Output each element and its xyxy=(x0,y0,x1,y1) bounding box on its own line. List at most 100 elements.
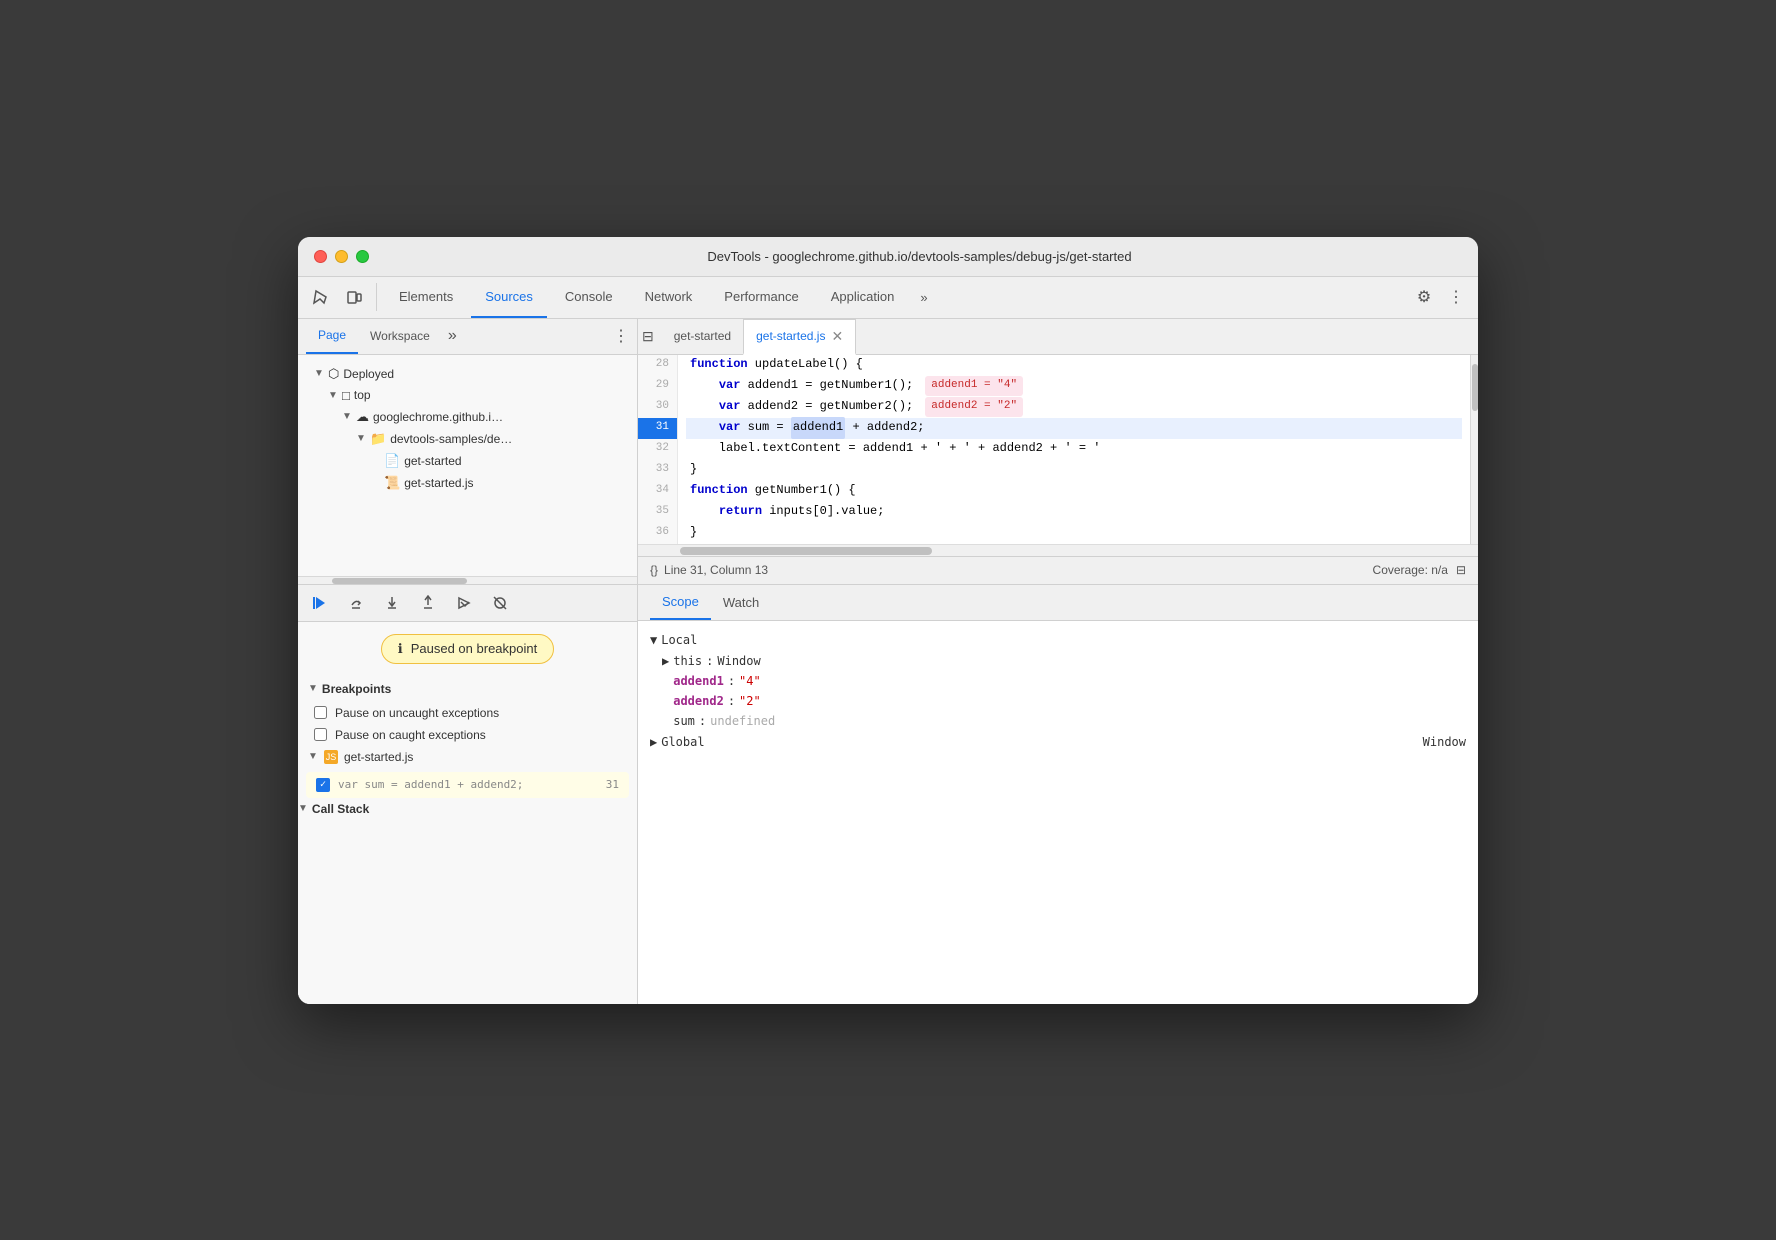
scope-local-section[interactable]: ▼ Local xyxy=(638,629,1478,651)
scrollbar-thumb xyxy=(1472,364,1478,411)
tab-page[interactable]: Page xyxy=(306,318,358,354)
code-content: function updateLabel() { var addend1 = g… xyxy=(678,355,1470,544)
step-into-button[interactable] xyxy=(380,591,404,615)
step-over-button[interactable] xyxy=(344,591,368,615)
top-icon: □ xyxy=(342,388,350,403)
list-item[interactable]: ▼ 📁 devtools-samples/de… xyxy=(298,428,637,450)
breakpoint-checkbox[interactable]: ✓ xyxy=(316,778,330,792)
line-num: 28 xyxy=(638,355,677,376)
settings-icon[interactable]: ⚙ xyxy=(1410,283,1438,311)
window-title: DevTools - googlechrome.github.io/devtoo… xyxy=(377,249,1462,264)
keyword: function xyxy=(690,481,748,500)
breakpoints-section-header[interactable]: ▼ Breakpoints xyxy=(298,676,637,702)
js-file-icon: 📜 xyxy=(384,475,400,491)
line-num: 35 xyxy=(638,502,677,523)
line-num-breakpoint[interactable]: 31 xyxy=(638,418,677,439)
code-line: var addend1 = getNumber1(); addend1 = "4… xyxy=(686,376,1462,397)
step-out-button[interactable] xyxy=(416,591,440,615)
pause-caught-checkbox[interactable] xyxy=(314,728,327,741)
code-area[interactable]: 28 29 30 31 32 33 34 35 36 func xyxy=(638,355,1478,544)
close-button[interactable] xyxy=(314,250,327,263)
editor-tab-get-started-js[interactable]: get-started.js ✕ xyxy=(743,319,856,355)
tree-label: Deployed xyxy=(343,367,394,381)
code-line: function getNumber1() { xyxy=(686,481,1462,502)
section-arrow-icon: ▼ xyxy=(298,803,308,814)
file-tree: ▼ ⬡ Deployed ▼ □ top ▼ ☁ googlechrome.gi… xyxy=(298,355,637,576)
js-file-icon: JS xyxy=(324,750,338,764)
editor-tab-close-icon[interactable]: ✕ xyxy=(831,329,843,343)
breakpoint-code: var sum = addend1 + addend2; xyxy=(338,778,523,791)
scope-addend1-item: ▶ addend1 : "4" xyxy=(638,671,1478,691)
tab-watch[interactable]: Watch xyxy=(711,585,771,621)
scope-this-item[interactable]: ▶ this : Window xyxy=(638,651,1478,671)
tab-elements[interactable]: Elements xyxy=(385,276,467,318)
scope-value: Window xyxy=(717,654,760,668)
breakpoint-item[interactable]: ✓ var sum = addend1 + addend2; 31 xyxy=(306,772,629,798)
call-stack-label: Call Stack xyxy=(312,802,369,816)
tree-arrow: ▼ xyxy=(356,433,366,444)
tree-arrow: ▼ xyxy=(328,390,338,401)
tab-application[interactable]: Application xyxy=(817,276,909,318)
line-num: 36 xyxy=(638,523,677,544)
maximize-button[interactable] xyxy=(356,250,369,263)
scope-key: addend1 xyxy=(673,674,724,688)
step-button[interactable] xyxy=(452,591,476,615)
list-item[interactable]: ▼ ☁ googlechrome.github.i… xyxy=(298,406,637,428)
top-toolbar: Elements Sources Console Network Perform… xyxy=(298,277,1478,319)
bp-arrow-icon: ▼ xyxy=(308,751,318,762)
code-line-current: var sum = addend1 + addend2; xyxy=(686,418,1462,439)
list-item[interactable]: 📜 get-started.js xyxy=(298,472,637,494)
line-num: 34 xyxy=(638,481,677,502)
pause-uncaught-item: Pause on uncaught exceptions xyxy=(298,702,637,724)
list-item[interactable]: ▼ □ top xyxy=(298,385,637,406)
tab-performance[interactable]: Performance xyxy=(710,276,812,318)
editor-tab-get-started[interactable]: get-started xyxy=(662,319,743,355)
resume-button[interactable] xyxy=(308,591,332,615)
code-horizontal-scrollbar[interactable] xyxy=(638,544,1478,556)
tree-arrow: ▼ xyxy=(342,411,352,422)
scope-section-name: Local xyxy=(661,633,697,647)
more-options-icon[interactable]: ⋮ xyxy=(1442,283,1470,311)
pause-uncaught-checkbox[interactable] xyxy=(314,706,327,719)
tab-console[interactable]: Console xyxy=(551,276,627,318)
breakpoint-filename: get-started.js xyxy=(344,750,413,764)
horizontal-scrollbar[interactable] xyxy=(298,576,637,584)
keyword: function xyxy=(690,355,748,374)
tab-workspace[interactable]: Workspace xyxy=(358,318,442,354)
editor-tab-label: get-started.js xyxy=(756,329,825,343)
select-element-icon[interactable] xyxy=(306,283,334,311)
line-num: 29 xyxy=(638,376,677,397)
vertical-scrollbar[interactable] xyxy=(1470,355,1478,544)
scrollbar-thumb xyxy=(332,578,468,584)
coverage-icon[interactable]: ⊟ xyxy=(1456,563,1466,577)
device-toolbar-icon[interactable] xyxy=(340,283,368,311)
list-item[interactable]: 📄 get-started xyxy=(298,450,637,472)
tree-arrow: ▼ xyxy=(314,368,324,379)
minimize-button[interactable] xyxy=(335,250,348,263)
scope-global-name: Global xyxy=(661,735,704,749)
devtools-body: Elements Sources Console Network Perform… xyxy=(298,277,1478,1004)
sources-more-tabs[interactable]: » xyxy=(442,327,463,345)
call-stack-section-header[interactable]: ▼ Call Stack xyxy=(298,802,637,816)
scope-sep: : xyxy=(706,654,713,668)
tab-sources[interactable]: Sources xyxy=(471,276,547,318)
scope-global-section[interactable]: ▶ Global Window xyxy=(638,731,1478,753)
pretty-print-icon[interactable]: {} xyxy=(650,563,658,577)
scope-item-arrow: ▶ xyxy=(662,654,669,668)
status-right: Coverage: n/a ⊟ xyxy=(1373,563,1466,577)
tab-scope[interactable]: Scope xyxy=(650,585,711,621)
editor-area: ⊟ get-started get-started.js ✕ 28 29 xyxy=(638,319,1478,584)
tab-network[interactable]: Network xyxy=(631,276,707,318)
toggle-drawer-icon[interactable]: ⊟ xyxy=(642,328,654,345)
deactivate-breakpoints-button[interactable] xyxy=(488,591,512,615)
scope-key: this xyxy=(673,654,702,668)
file-icon: 📄 xyxy=(384,453,400,469)
more-tabs-button[interactable]: » xyxy=(912,276,935,318)
pause-uncaught-label: Pause on uncaught exceptions xyxy=(335,706,499,720)
sources-menu-icon[interactable]: ⋮ xyxy=(613,326,629,346)
scope-sum-item: ▶ sum : undefined xyxy=(638,711,1478,731)
pause-caught-label: Pause on caught exceptions xyxy=(335,728,486,742)
toolbar-right: ⚙ ⋮ xyxy=(1410,283,1470,311)
deployed-icon: ⬡ xyxy=(328,366,339,382)
list-item[interactable]: ▼ ⬡ Deployed xyxy=(298,363,637,385)
